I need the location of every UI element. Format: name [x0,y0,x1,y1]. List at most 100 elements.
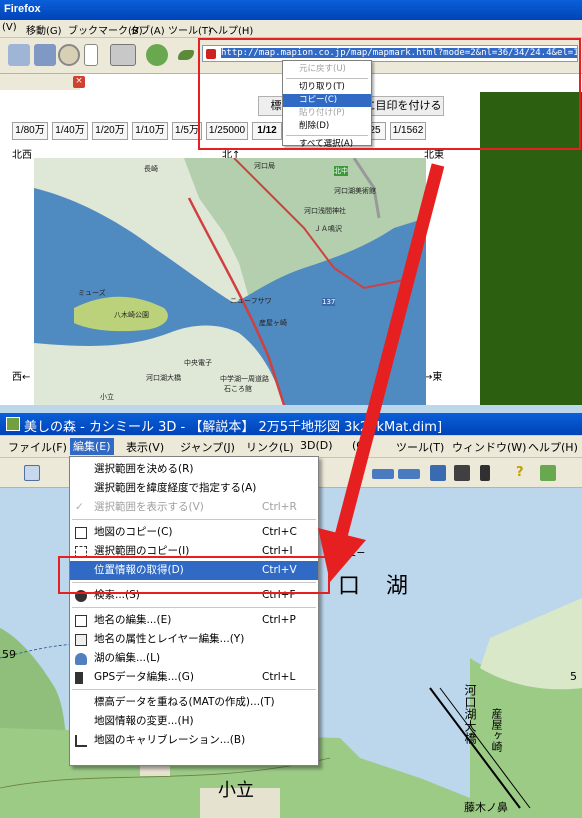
menu-item-label: 地名の属性とレイヤー編集...(Y) [94,633,245,645]
menu-shortcut: Ctrl+L [262,671,296,683]
lake-label-b: 湖 [386,574,409,599]
menu-item-change-map-info[interactable]: 地図情報の変更...(H) [70,712,318,731]
menu-item-label: 選択範囲を緯度経度で指定する(A) [94,482,257,494]
help-icon[interactable]: ? [516,465,532,481]
map-label: 北中 [334,166,348,176]
copy-icon [75,527,87,539]
menu-item-set-selection[interactable]: 選択範囲を決める(R) [70,460,318,479]
menu-help[interactable]: ヘルプ(H) [208,22,253,37]
scale-button[interactable]: 1/80万 [12,122,48,140]
addon-icon[interactable] [146,44,168,66]
scale-button[interactable]: 1/20万 [92,122,128,140]
annotation-box-top [198,38,581,150]
menu-view[interactable]: 表示(V) [126,439,164,455]
contour-label: −831− [326,546,366,559]
menu-item-placename-layers[interactable]: 地名の属性とレイヤー編集...(Y) [70,630,318,649]
compass-e: →東 [424,372,443,383]
layers-icon [75,634,87,646]
scale-button[interactable]: 1/10万 [132,122,168,140]
zoom-icon[interactable] [24,465,40,481]
page-icon[interactable] [84,44,98,66]
menu-edit[interactable]: 編集(E) [70,438,114,455]
menu-item-calibration[interactable]: 地図のキャリブレーション...(B) [70,731,318,750]
compass-w: 西← [12,372,31,383]
menu-3d[interactable]: 3D(D) [300,439,333,452]
compass-nw: 北西 [12,150,32,161]
firefox-title-bar: Firefox [0,0,582,20]
menu-link[interactable]: リンク(L) [246,439,294,455]
app-icon [6,417,20,431]
calibration-icon [75,735,87,747]
menu-item-edit-lake[interactable]: 湖の編集...(L) [70,649,318,668]
menu-gps[interactable]: (G) [352,439,369,452]
menu-item-label: 選択範囲を決める(R) [94,463,194,475]
firefox-menubar: (V) 移動(G) ブックマーク(B) タブ(A) ツール(T) ヘルプ(H) [0,20,582,38]
bridge-label: 河口湖大橋 [463,684,477,744]
place-label-fujiki: 藤木ノ鼻 [464,801,508,814]
menu-item-label: 選択範囲を表示する(V) [94,501,204,513]
route-badge: 137 [322,298,336,306]
bookmark-icon[interactable] [34,44,56,66]
menu-item-label: 湖の編集...(L) [94,652,161,664]
back-icon[interactable] [372,469,394,479]
edit-menu: 選択範囲を決める(R) 選択範囲を緯度経度で指定する(A) ✓ 選択範囲を表示する… [69,456,319,766]
map-label: ＪＡ鳴沢 [314,225,342,233]
kashmir-title-bar: 美しの森 - カシミール 3D - 【解説本】 2万5千地形図 3k25kMat… [0,413,582,435]
menu-go[interactable]: 移動(G) [26,22,62,37]
check-icon: ✓ [75,501,84,513]
lake-label-a: 口 [338,574,363,599]
window-icon[interactable] [110,44,136,66]
menu-shortcut: Ctrl+P [262,614,296,626]
menu-separator [72,519,316,520]
map-label: 石ころ館 [224,385,252,393]
scale-button[interactable]: 1/40万 [52,122,88,140]
menu-separator [72,689,316,690]
gps-device-icon[interactable] [480,465,490,481]
place-label-kotachi: 小立 [218,780,254,801]
menu-tools[interactable]: ツール(T) [396,439,444,455]
map-label: 河口浅間神社 [304,207,346,215]
leaf-icon[interactable] [178,50,194,60]
map-label: 長崎 [144,165,158,173]
map-label: ミューズ [78,289,106,297]
menu-item-label: 標高データを重ねる(MATの作成)...(T) [94,696,275,708]
annotation-box-bottom [58,556,330,594]
map-label: 産屋ヶ崎 [259,319,287,327]
map-label: 河口湖美術館 [334,187,376,195]
map-label: 河口湖大橋 [146,374,181,382]
menu-view[interactable]: (V) [2,22,17,33]
map-label: 中学湖一周道路 [220,375,269,383]
menu-tools[interactable]: ツール(T) [168,22,212,37]
menu-shortcut: Ctrl+R [262,501,297,513]
film-icon[interactable] [454,465,470,481]
vertical-label: 産屋ヶ崎 [490,708,503,752]
map-label: 小立 [100,393,114,401]
tab-bar [0,74,80,90]
height-label: 59 [2,648,16,661]
menu-item-label: 地図のキャリブレーション...(B) [94,734,246,746]
menu-item-edit-gps[interactable]: GPSデータ編集...(G) Ctrl+L [70,668,318,687]
menu-jump[interactable]: ジャンプ(J) [180,439,235,455]
camera-icon[interactable] [430,465,446,481]
web-map[interactable]: 長崎 河口局 河口湖美術館 北中 河口浅間神社 ＪＡ鳴沢 ミューズ 八木崎公園 … [34,158,426,405]
menu-item-copy-map[interactable]: 地図のコピー(C) Ctrl+C [70,523,318,542]
menu-item-overlay-elevation[interactable]: 標高データを重ねる(MATの作成)...(T) [70,693,318,712]
menu-item-show-selection[interactable]: ✓ 選択範囲を表示する(V) Ctrl+R [70,498,318,517]
menu-item-edit-placename[interactable]: 地名の編集...(E) Ctrl+P [70,611,318,630]
map-label: ニューフサワ [230,297,272,305]
tab-close-icon[interactable]: × [73,76,85,88]
menu-item-label: 地図のコピー(C) [94,526,173,538]
flag-icon [75,615,87,627]
menu-item-selection-by-latlon[interactable]: 選択範囲を緯度経度で指定する(A) [70,479,318,498]
map-label: 河口局 [254,162,275,170]
map-label: 中央電子 [184,359,212,367]
home-icon[interactable] [8,44,30,66]
menu-help[interactable]: ヘルプ(H) [528,439,578,455]
forward-icon[interactable] [398,469,420,479]
menu-item-label: 地名の編集...(E) [94,614,172,626]
menu-window[interactable]: ウィンドウ(W) [452,439,526,455]
figure-icon[interactable] [540,465,556,481]
history-icon[interactable] [58,44,80,66]
menu-tabs[interactable]: タブ(A) [130,22,165,37]
menu-file[interactable]: ファイル(F) [8,439,67,455]
